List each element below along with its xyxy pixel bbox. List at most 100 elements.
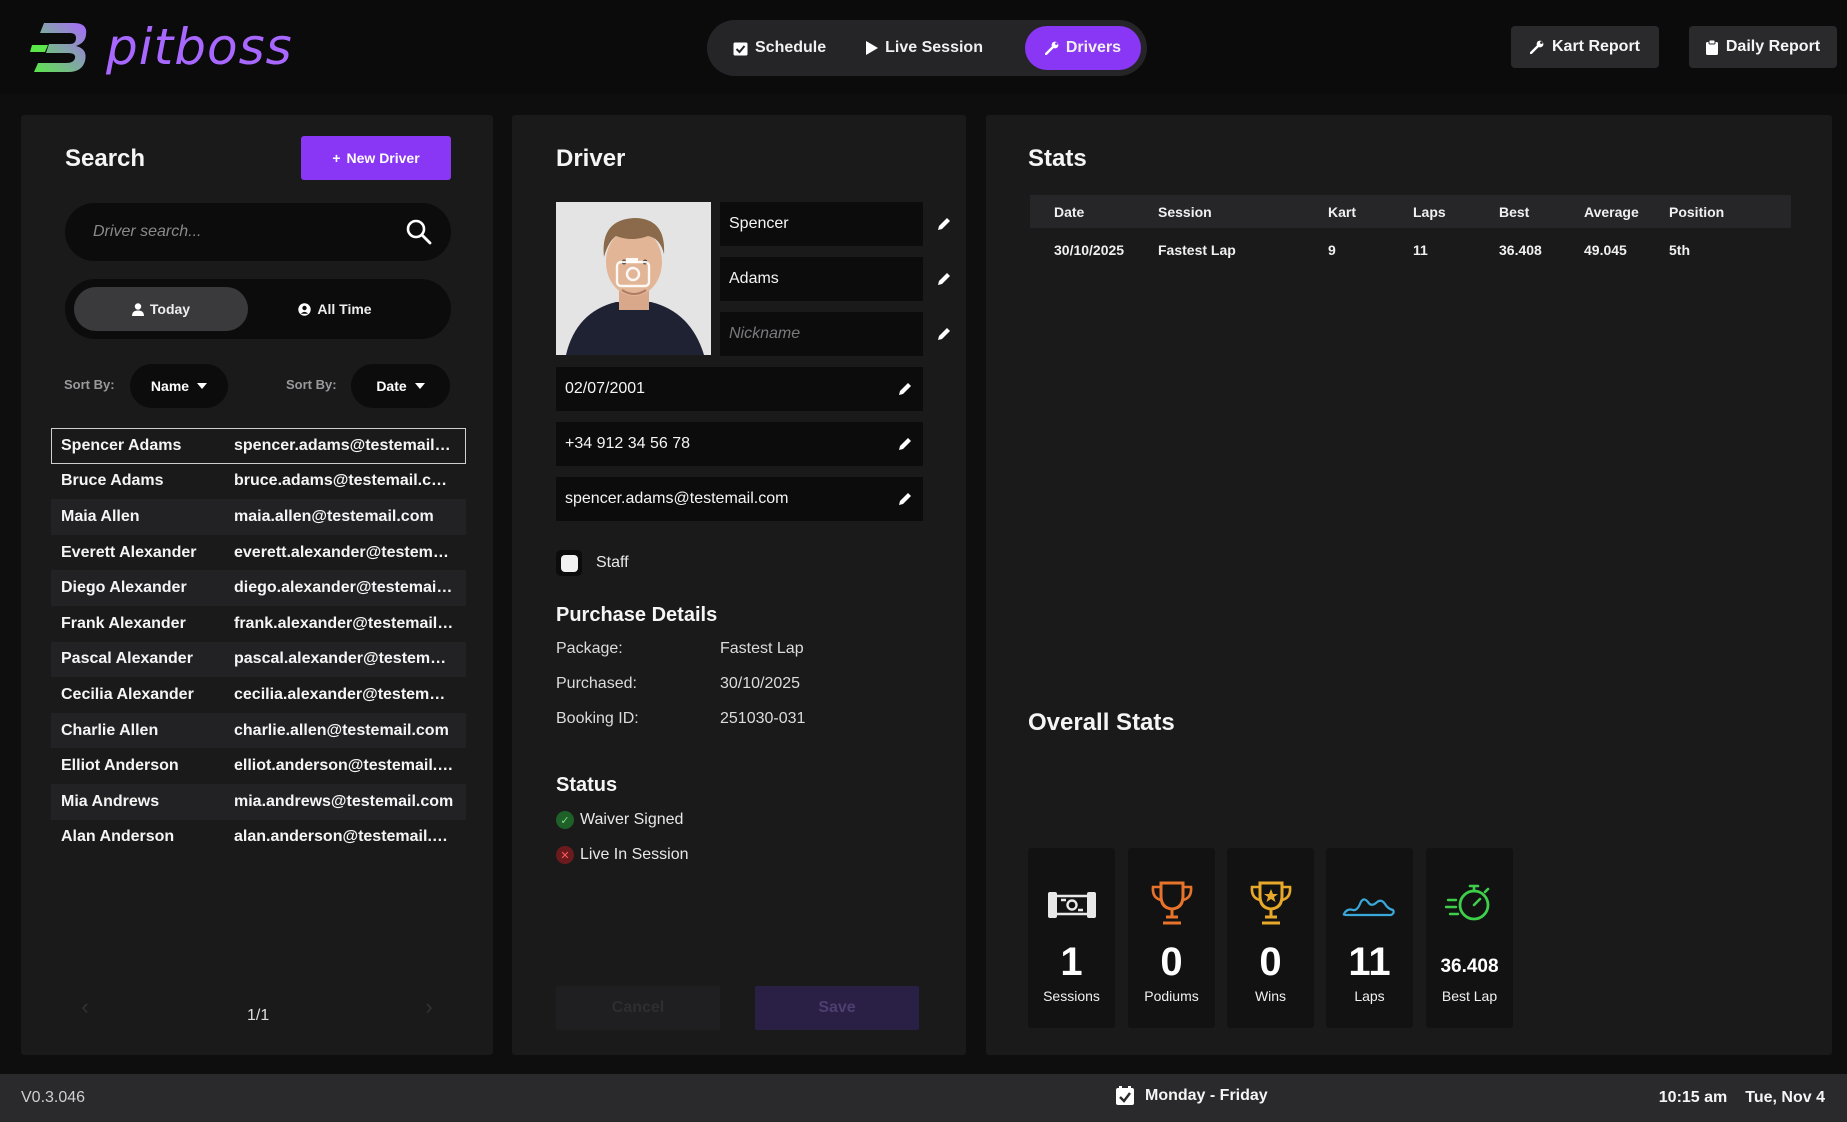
column-header[interactable]: Kart xyxy=(1328,195,1413,228)
driver-email: mia.andrews@testemail.com xyxy=(234,792,454,810)
column-header[interactable]: Laps xyxy=(1413,195,1499,228)
stat-card-sessions: 1 Sessions xyxy=(1028,848,1115,1028)
clock-time: 10:15 am xyxy=(1658,1089,1728,1106)
tab-live-session[interactable]: Live Session xyxy=(846,26,1003,70)
driver-row[interactable]: Diego Alexander diego.alexander@testemail… xyxy=(51,570,466,606)
last-name-field xyxy=(720,257,950,301)
sort-date-dropdown[interactable]: Date xyxy=(351,364,450,408)
driver-email: charlie.allen@testemail.com xyxy=(234,721,449,739)
dob-input[interactable] xyxy=(556,367,887,411)
next-page-button[interactable]: › xyxy=(409,987,449,1027)
search-icon[interactable] xyxy=(405,218,433,246)
live-in-session-label: Live In Session xyxy=(580,846,689,863)
logo[interactable]: pitboss xyxy=(30,18,293,76)
stat-laps-value: 11 xyxy=(1348,940,1391,984)
schedule-days-label: Monday - Friday xyxy=(1145,1087,1268,1104)
driver-row[interactable]: Bruce Adams bruce.adams@testemail.com xyxy=(51,463,466,500)
edit-pencil-icon[interactable] xyxy=(936,257,952,301)
prev-page-button[interactable]: ‹ xyxy=(65,987,105,1027)
stat-card-best-lap: 36.408 Best Lap xyxy=(1426,848,1513,1028)
chevron-down-icon xyxy=(197,383,208,389)
driver-email: bruce.adams@testemail.com xyxy=(234,472,454,490)
driver-row[interactable]: Frank Alexander frank.alexander@testemail… xyxy=(51,605,466,642)
driver-row[interactable]: Elliot Anderson elliot.anderson@testemail… xyxy=(51,748,466,784)
purchased-label: Purchased: xyxy=(556,675,637,692)
driver-row[interactable]: Mia Andrews mia.andrews@testemail.com xyxy=(51,783,466,820)
driver-name: Everett Alexander xyxy=(61,543,197,561)
tab-live-session-label: Live Session xyxy=(885,39,983,56)
phone-input[interactable] xyxy=(556,422,887,466)
staff-checkbox[interactable] xyxy=(556,550,582,576)
nickname-field xyxy=(720,312,950,356)
clock-date: Tue, Nov 4 xyxy=(1745,1089,1825,1106)
driver-email: maia.allen@testemail.com xyxy=(234,507,434,525)
driver-row[interactable]: Alan Anderson alan.anderson@testemail.com xyxy=(51,819,466,856)
toggle-today-label: Today xyxy=(149,301,191,317)
stat-podiums-label: Podiums xyxy=(1144,988,1199,1004)
user-icon xyxy=(131,302,144,316)
driver-row[interactable]: Maia Allen maia.allen@testemail.com xyxy=(51,499,466,535)
footer-bar: V0.3.046 Monday - Friday 10:15 am Tue, N… xyxy=(0,1074,1847,1122)
edit-pencil-icon[interactable] xyxy=(936,312,952,356)
driver-list: Spencer Adams spencer.adams@testemail.com… xyxy=(51,428,466,856)
column-header[interactable]: Session xyxy=(1158,195,1328,228)
package-label: Package: xyxy=(556,640,623,657)
driver-panel: Driver Spencer Adams Nickname 02/07/2001… xyxy=(512,115,966,1055)
tab-schedule[interactable]: Schedule xyxy=(713,26,846,70)
driver-row[interactable]: Everett Alexander everett.alexander@teste… xyxy=(51,534,466,571)
new-driver-button[interactable]: + New Driver xyxy=(301,136,451,180)
table-row[interactable]: 30/10/2025 Fastest Lap 9 11 36.408 49.04… xyxy=(1030,228,1791,272)
sort-name-dropdown[interactable]: Name xyxy=(130,364,228,408)
driver-row[interactable]: Pascal Alexander pascal.alexander@testema… xyxy=(51,641,466,678)
schedule-days[interactable]: Monday - Friday xyxy=(1115,1086,1268,1106)
edit-pencil-icon[interactable] xyxy=(887,422,923,466)
driver-name: Spencer Adams xyxy=(61,436,182,454)
email-input[interactable] xyxy=(556,477,887,521)
stat-wins-value: 0 xyxy=(1259,940,1282,984)
column-header[interactable]: Best xyxy=(1499,195,1584,228)
app-version: V0.3.046 xyxy=(21,1089,86,1106)
nickname-input[interactable] xyxy=(720,312,936,356)
purchase-details-title: Purchase Details xyxy=(556,604,718,626)
main-nav: Schedule Live Session Drivers xyxy=(707,20,1147,76)
edit-pencil-icon[interactable] xyxy=(887,477,923,521)
driver-name: Frank Alexander xyxy=(61,614,186,632)
cancel-button[interactable]: Cancel xyxy=(556,986,720,1030)
driver-email: spencer.adams@testemail.com xyxy=(234,436,454,454)
driver-row[interactable]: Spencer Adams spencer.adams@testemail.com xyxy=(51,428,466,464)
cancel-label: Cancel xyxy=(611,999,665,1016)
tab-drivers[interactable]: Drivers xyxy=(1024,26,1141,70)
save-button[interactable]: Save xyxy=(755,986,919,1030)
wrench-icon xyxy=(1529,40,1544,54)
first-name-input[interactable] xyxy=(720,202,936,246)
logo-text: pitboss xyxy=(106,18,293,76)
dob-field xyxy=(556,367,923,411)
driver-photo[interactable] xyxy=(556,202,711,355)
email-field xyxy=(556,477,923,521)
column-header[interactable]: Date xyxy=(1030,195,1158,228)
top-bar: pitboss Schedule Live Session Drivers Ka… xyxy=(0,0,1847,94)
driver-name: Bruce Adams xyxy=(61,472,164,490)
daily-report-button[interactable]: Daily Report xyxy=(1689,26,1837,68)
edit-pencil-icon[interactable] xyxy=(887,367,923,411)
kart-report-button[interactable]: Kart Report xyxy=(1511,26,1659,68)
toggle-all-time[interactable]: All Time xyxy=(248,287,422,331)
pagination-label: 1/1 xyxy=(247,1007,270,1024)
last-name-input[interactable] xyxy=(720,257,936,301)
kart-report-label: Kart Report xyxy=(1551,38,1640,55)
driver-row[interactable]: Charlie Allen charlie.allen@testemail.com xyxy=(51,712,466,749)
plus-icon: + xyxy=(332,150,341,166)
stat-sessions-label: Sessions xyxy=(1043,988,1100,1004)
driver-row[interactable]: Cecilia Alexander cecilia.alexander@teste… xyxy=(51,677,466,713)
column-header[interactable]: Position xyxy=(1669,195,1791,228)
column-header[interactable]: Average xyxy=(1584,195,1669,228)
driver-name: Pascal Alexander xyxy=(61,650,193,668)
table-cell: 30/10/2025 xyxy=(1054,242,1125,258)
stat-best-lap-value: 36.408 xyxy=(1440,956,1499,977)
driver-email: alan.anderson@testemail.com xyxy=(234,828,454,846)
play-icon xyxy=(866,41,879,55)
toggle-today[interactable]: Today xyxy=(74,287,248,331)
edit-pencil-icon[interactable] xyxy=(936,202,952,246)
tab-schedule-label: Schedule xyxy=(755,39,827,56)
driver-search-input[interactable] xyxy=(93,203,393,261)
